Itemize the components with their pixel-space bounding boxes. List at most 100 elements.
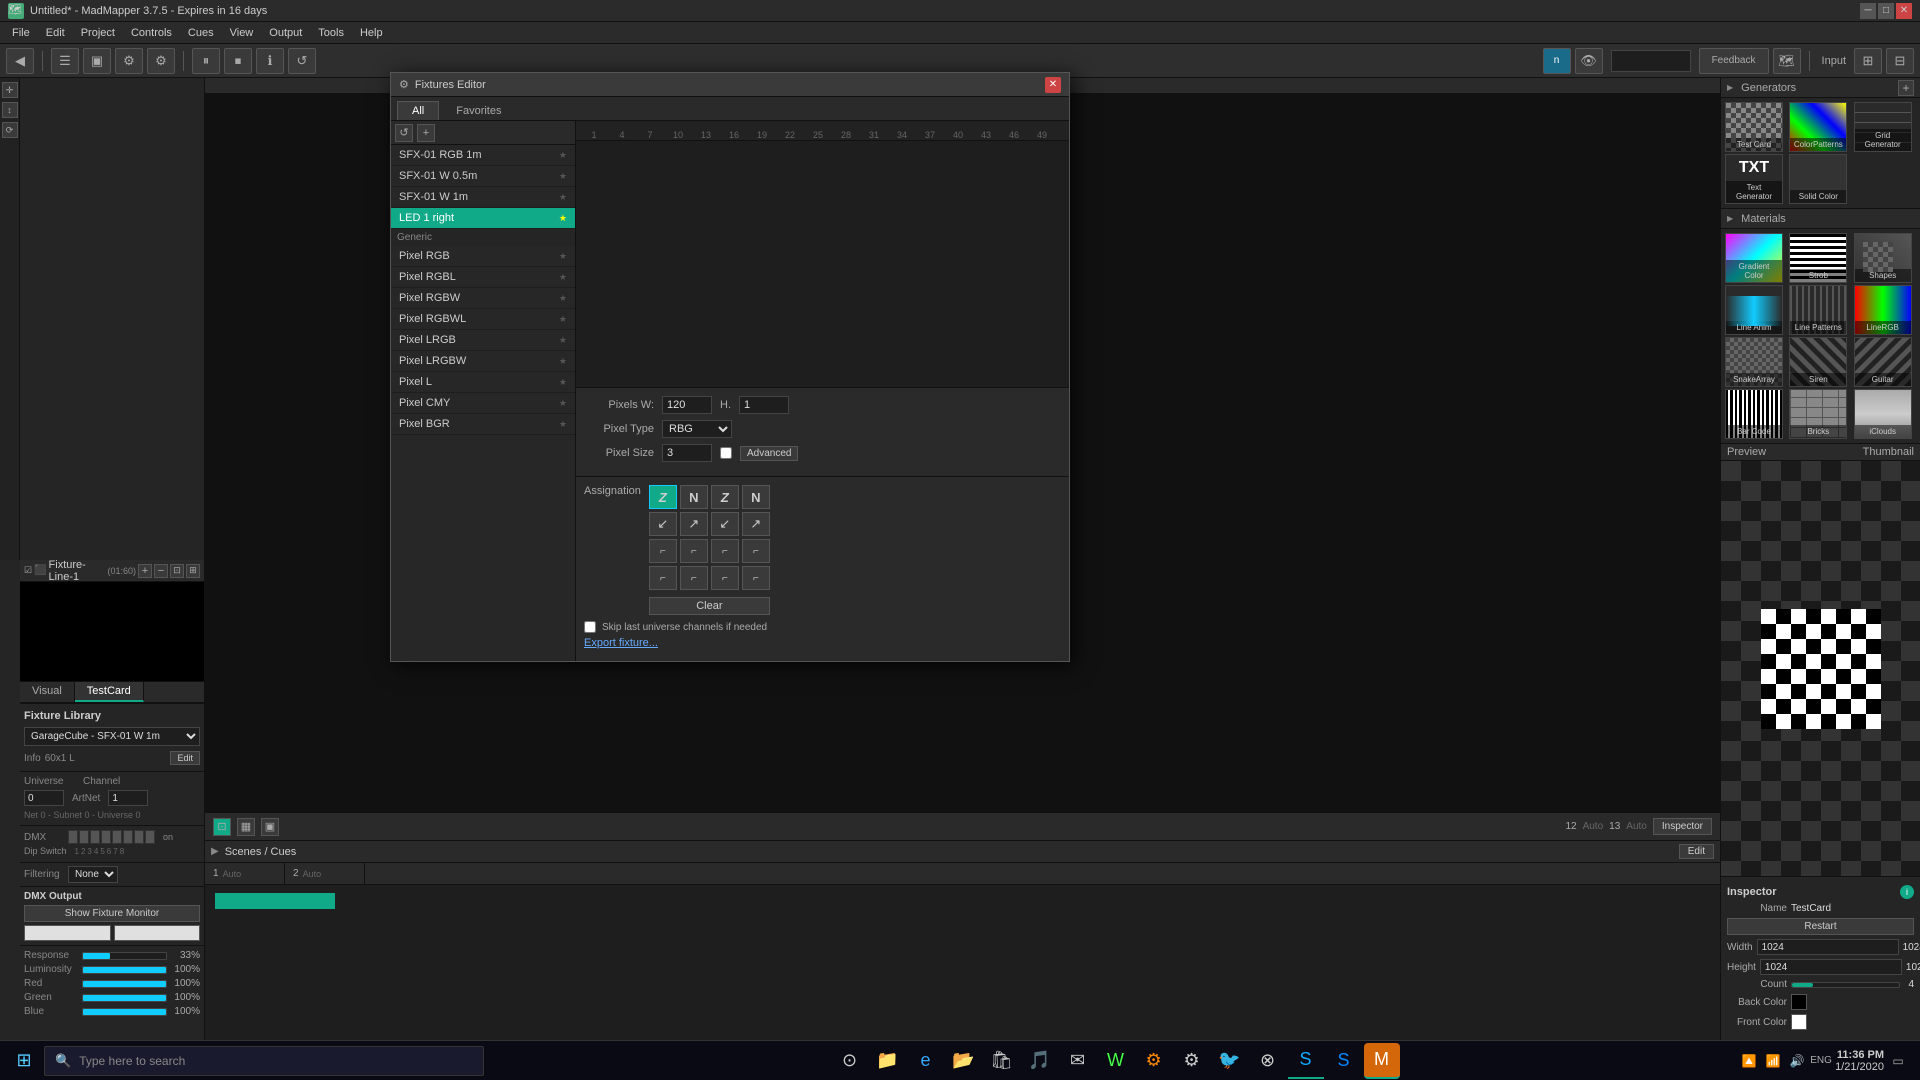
pixels-h-input[interactable] — [739, 396, 789, 414]
red-track[interactable] — [82, 980, 167, 988]
taskbar-cortana[interactable]: ⊙ — [832, 1043, 868, 1079]
inspector-count-slider[interactable] — [1791, 982, 1900, 988]
fix-item-pixellrgbw[interactable]: Pixel LRGBW ★ — [391, 351, 575, 372]
pixel-size-input[interactable] — [662, 444, 712, 462]
view-mode-btn-1[interactable]: ⊡ — [213, 818, 231, 836]
layer-checkbox[interactable]: ☑ — [24, 565, 32, 576]
toolbar-logo[interactable]: n — [1543, 48, 1571, 74]
clear-btn[interactable]: Clear — [649, 597, 770, 615]
assign-br8[interactable]: ⌐ — [742, 566, 770, 590]
fixtures-tab-favorites[interactable]: Favorites — [441, 101, 516, 120]
minimize-button[interactable]: ─ — [1860, 3, 1876, 19]
assign-z1[interactable]: Z — [649, 485, 677, 509]
fix-item-sfx01w1[interactable]: SFX-01 W 1m ★ — [391, 187, 575, 208]
menu-output[interactable]: Output — [261, 25, 310, 41]
toolbar-settings[interactable]: ⚙ — [147, 48, 175, 74]
pixel-type-select[interactable]: RBG RGB — [662, 420, 732, 438]
material-guitar[interactable]: Guitar — [1854, 337, 1912, 387]
toolbar-fixtures[interactable]: ⚙ — [115, 48, 143, 74]
taskbar-skype1[interactable]: S — [1288, 1043, 1324, 1079]
taskbar-mail[interactable]: ✉ — [1060, 1043, 1096, 1079]
material-snakearray[interactable]: SnakeArray — [1725, 337, 1783, 387]
toolbar-pause[interactable]: ⏸ — [192, 48, 220, 74]
response-track[interactable] — [82, 952, 167, 960]
assign-br4[interactable]: ⌐ — [742, 539, 770, 563]
fixtures-dialog-close-btn[interactable]: ✕ — [1045, 77, 1061, 93]
material-linepatterns[interactable]: Line Patterns — [1789, 285, 1847, 335]
inspector-frontcolor-swatch[interactable] — [1791, 1014, 1807, 1030]
toolbar-expand[interactable]: ◀ — [6, 48, 34, 74]
taskbar-settings[interactable]: ⚙ — [1174, 1043, 1210, 1079]
assign-nr2[interactable]: ↗ — [742, 512, 770, 536]
toolbar-stop[interactable]: ⏹ — [224, 48, 252, 74]
cue-1[interactable]: 1 Auto — [205, 863, 285, 884]
inspector-info-icon[interactable]: i — [1900, 885, 1914, 899]
maximize-button[interactable]: □ — [1878, 3, 1894, 19]
material-siren[interactable]: Siren — [1789, 337, 1847, 387]
fix-item-pixelrgb[interactable]: Pixel RGB ★ — [391, 246, 575, 267]
toolbar-grid2[interactable]: ⊟ — [1886, 48, 1914, 74]
taskbar-files[interactable]: 📁 — [870, 1043, 906, 1079]
fix-item-pixellrgb[interactable]: Pixel LRGB ★ — [391, 330, 575, 351]
menu-edit[interactable]: Edit — [38, 25, 73, 41]
menu-file[interactable]: File — [4, 25, 38, 41]
fixtures-add-btn[interactable]: + — [417, 124, 435, 142]
toolbar-map[interactable]: 🗺 — [1773, 48, 1801, 74]
taskbar-network[interactable]: 🔼 — [1739, 1051, 1759, 1071]
green-track[interactable] — [82, 994, 167, 1002]
view-mode-btn-3[interactable]: ▣ — [261, 818, 279, 836]
scenes-edit-btn[interactable]: Edit — [1679, 844, 1714, 859]
scenes-expand-icon[interactable]: ▶ — [211, 846, 219, 857]
fix-item-pixelcmy[interactable]: Pixel CMY ★ — [391, 393, 575, 414]
assign-sl2[interactable]: ↙ — [711, 512, 739, 536]
taskbar-circle[interactable]: ⊗ — [1250, 1043, 1286, 1079]
inspector-backcolor-swatch[interactable] — [1791, 994, 1807, 1010]
taskbar-store[interactable]: 🛍 — [984, 1043, 1020, 1079]
tab-testcard[interactable]: TestCard — [75, 682, 144, 702]
menu-view[interactable]: View — [222, 25, 262, 41]
universe-input[interactable] — [24, 790, 64, 806]
menu-tools[interactable]: Tools — [310, 25, 352, 41]
fix-item-pixell[interactable]: Pixel L ★ — [391, 372, 575, 393]
fixture-library-select[interactable]: GarageCube - SFX-01 W 1m — [24, 727, 200, 746]
layer-add-btn[interactable]: + — [138, 564, 152, 578]
assign-z2[interactable]: Z — [711, 485, 739, 509]
taskbar-audio[interactable]: 🔊 — [1787, 1051, 1807, 1071]
toolbar-layers[interactable]: ☰ — [51, 48, 79, 74]
luminosity-track[interactable] — [82, 966, 167, 974]
close-button[interactable]: ✕ — [1896, 3, 1912, 19]
taskbar-music[interactable]: 🎵 — [1022, 1043, 1058, 1079]
material-lineanim[interactable]: Line Anim — [1725, 285, 1783, 335]
material-strob[interactable]: Strob — [1789, 233, 1847, 283]
restart-btn[interactable]: Restart — [1727, 918, 1914, 935]
material-iclouds[interactable]: iClouds — [1854, 389, 1912, 439]
material-linergb[interactable]: LineRGB — [1854, 285, 1912, 335]
layer-fit-btn[interactable]: ⊡ — [170, 564, 184, 578]
toolbar-output[interactable]: ▣ — [83, 48, 111, 74]
assign-n1[interactable]: N — [680, 485, 708, 509]
fix-item-sfx01w05[interactable]: SFX-01 W 0.5m ★ — [391, 166, 575, 187]
generator-solid[interactable]: Solid Color — [1789, 154, 1847, 204]
toolbar-grid1[interactable]: ⊞ — [1854, 48, 1882, 74]
inspector-height-input[interactable] — [1760, 959, 1902, 975]
filtering-select[interactable]: None — [68, 866, 118, 883]
taskbar-skype2[interactable]: S — [1326, 1043, 1362, 1079]
fixtures-tab-all[interactable]: All — [397, 101, 439, 120]
layer-expand-btn[interactable]: ⊞ — [186, 564, 200, 578]
taskbar-folder[interactable]: 📂 — [946, 1043, 982, 1079]
menu-controls[interactable]: Controls — [123, 25, 180, 41]
pixels-w-input[interactable] — [662, 396, 712, 414]
advanced-btn[interactable]: Advanced — [740, 446, 798, 461]
taskbar-madmapper[interactable]: M — [1364, 1043, 1400, 1079]
tab-visual[interactable]: Visual — [20, 682, 75, 702]
fix-item-pixelrgbl[interactable]: Pixel RGBL ★ — [391, 267, 575, 288]
generator-testcard[interactable]: Test Card — [1725, 102, 1783, 152]
toolbar-eye[interactable]: 👁 — [1575, 48, 1603, 74]
assign-br3[interactable]: ⌐ — [711, 539, 739, 563]
assign-br5[interactable]: ⌐ — [649, 566, 677, 590]
assign-br7[interactable]: ⌐ — [711, 566, 739, 590]
taskbar-chrome[interactable]: ⚙ — [1136, 1043, 1172, 1079]
tool-rotate[interactable]: ⟳ — [2, 122, 18, 138]
taskbar-bird[interactable]: 🐦 — [1212, 1043, 1248, 1079]
export-fixture-btn[interactable]: Export fixture... — [584, 633, 658, 653]
